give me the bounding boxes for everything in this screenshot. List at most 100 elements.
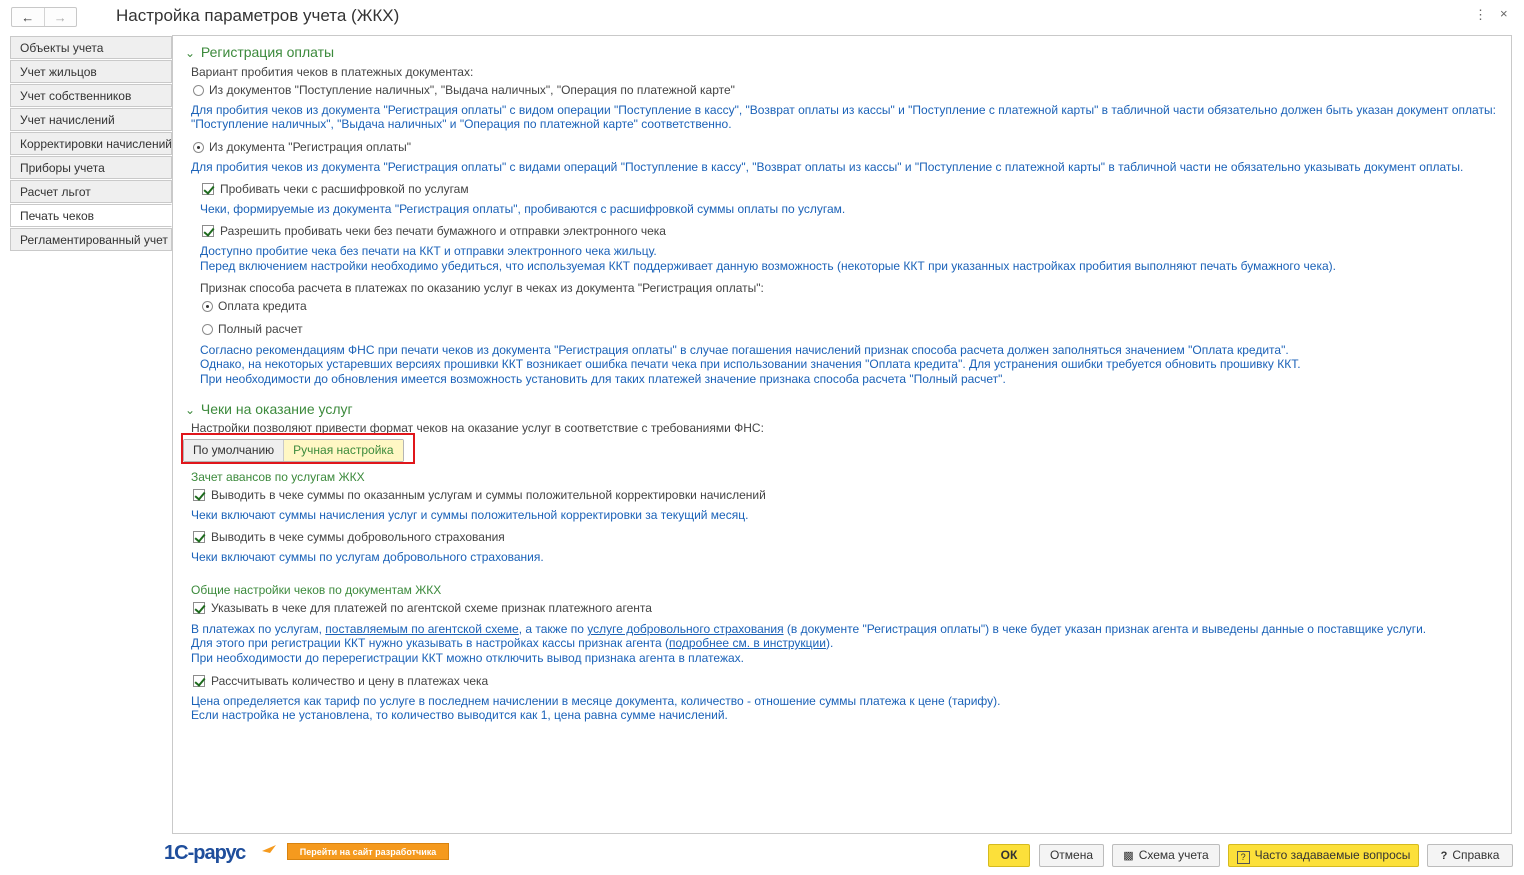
chevron-down-icon: ⌄ <box>185 403 196 417</box>
button-label: Схема учета <box>1138 848 1209 862</box>
text: Для этого при регистрации ККТ нужно указ… <box>191 636 669 650</box>
sidebar-item-meters[interactable]: Приборы учета <box>10 156 172 179</box>
checkbox-checked[interactable] <box>193 675 205 687</box>
insurance-service-link[interactable]: услуге добровольного страхования <box>587 622 783 636</box>
sidebar-item-regulated[interactable]: Регламентированный учет <box>10 228 172 251</box>
forward-arrow-icon[interactable]: → <box>43 8 77 26</box>
radio-button[interactable] <box>202 324 213 335</box>
footer-bar: 1С-рарус Перейти на сайт разработчика ОК… <box>0 838 1524 875</box>
close-icon[interactable]: × <box>1500 6 1508 21</box>
question-icon: ? <box>1236 851 1250 864</box>
services-breakdown-note: Чеки, формируемые из документа "Регистра… <box>200 202 846 216</box>
chevron-down-icon: ⌄ <box>185 46 196 60</box>
checkbox-label: Пробивать чеки с расшифровкой по услугам <box>220 182 469 196</box>
help-button[interactable]: ? Справка <box>1427 844 1513 867</box>
ok-button[interactable]: ОК <box>988 844 1030 867</box>
mode-manual-button[interactable]: Ручная настройка <box>283 440 403 461</box>
agent-note-line3: При необходимости до перерегистрации ККТ… <box>191 651 744 665</box>
option2-note: Для пробития чеков из документа "Регистр… <box>191 160 1464 174</box>
method-note-line3: При необходимости до обновления имеется … <box>200 372 1006 386</box>
window-title: Настройка параметров учета (ЖКХ) <box>116 6 400 25</box>
agent-note-line2: Для этого при регистрации ККТ нужно указ… <box>191 636 833 651</box>
section-service-receipts[interactable]: ⌄ Чеки на оказание услуг <box>185 401 353 417</box>
radio-label: Из документов "Поступление наличных", "В… <box>209 83 735 97</box>
radio-credit-payment[interactable]: Оплата кредита <box>202 299 307 313</box>
sidebar-item-accruals[interactable]: Учет начислений <box>10 108 172 131</box>
button-label: Справка <box>1452 848 1500 862</box>
general-group-title: Общие настройки чеков по документам ЖКХ <box>191 583 442 597</box>
cancel-button[interactable]: Отмена <box>1039 844 1104 867</box>
agent-scheme-link[interactable]: поставляемым по агентской схеме <box>325 622 518 636</box>
title-bar: ← → Настройка параметров учета (ЖКХ) ⋮ × <box>0 0 1524 32</box>
faq-button[interactable]: ? Часто задаваемые вопросы <box>1228 844 1419 867</box>
mode-default-button[interactable]: По умолчанию <box>184 440 284 461</box>
checkbox-positive-corrections[interactable]: Выводить в чеке суммы по оказанным услуг… <box>193 488 766 502</box>
section-payment-registration[interactable]: ⌄ Регистрация оплаты <box>185 44 334 60</box>
rarus-logo-graphic: 1С-рарус <box>164 842 276 864</box>
checkbox-label: Разрешить пробивать чеки без печати бума… <box>220 224 666 238</box>
sidebar-item-objects[interactable]: Объекты учета <box>10 36 172 59</box>
positive-corrections-note: Чеки включают суммы начисления услуг и с… <box>191 508 749 522</box>
option1-note-line1: Для пробития чеков из документа "Регистр… <box>191 103 1496 117</box>
sidebar-item-receipts[interactable]: Печать чеков <box>10 204 172 227</box>
checkbox-services-breakdown[interactable]: Пробивать чеки с расшифровкой по услугам <box>202 182 469 196</box>
radio-button-selected[interactable] <box>202 301 213 312</box>
developer-site-button[interactable]: Перейти на сайт разработчика <box>287 843 449 860</box>
radio-button-selected[interactable] <box>193 142 204 153</box>
section-title: Чеки на оказание услуг <box>200 401 353 417</box>
sidebar-item-owners[interactable]: Учет собственников <box>10 84 172 107</box>
sidebar-nav: Объекты учета Учет жильцов Учет собствен… <box>10 36 172 252</box>
checkbox-checked[interactable] <box>202 183 214 195</box>
quantity-note-line1: Цена определяется как тариф по услуге в … <box>191 694 1001 708</box>
svg-text:1С-рарус: 1С-рарус <box>164 842 246 864</box>
mode-switch: По умолчанию Ручная настройка <box>183 439 404 462</box>
sidebar-item-residents[interactable]: Учет жильцов <box>10 60 172 83</box>
checkbox-label: Указывать в чеке для платежей по агентск… <box>211 601 652 615</box>
text: , а также по <box>518 622 588 636</box>
checkbox-voluntary-insurance[interactable]: Выводить в чеке суммы добровольного стра… <box>193 530 505 544</box>
radio-button[interactable] <box>193 85 204 96</box>
quantity-note-line2: Если настройка не установлена, то количе… <box>191 708 728 722</box>
checkbox-allow-no-print[interactable]: Разрешить пробивать чеки без печати бума… <box>202 224 666 238</box>
method-note-line2: Однако, на некоторых устаревших версиях … <box>200 357 1301 371</box>
checkbox-quantity-price[interactable]: Рассчитывать количество и цену в платежа… <box>193 674 488 688</box>
radio-option-payment-registration[interactable]: Из документа "Регистрация оплаты" <box>193 140 411 154</box>
accounting-scheme-button[interactable]: ▩ Схема учета <box>1112 844 1220 867</box>
text: (в документе "Регистрация оплаты") в чек… <box>783 622 1427 636</box>
text: ). <box>825 636 834 650</box>
payment-method-label: Признак способа расчета в платежах по ок… <box>200 281 764 295</box>
radio-option-cash-documents[interactable]: Из документов "Поступление наличных", "В… <box>193 83 735 97</box>
checkbox-label: Выводить в чеке суммы добровольного стра… <box>211 530 505 544</box>
option1-note-line2: "Поступление наличных", "Выдача наличных… <box>191 117 732 131</box>
checkbox-checked[interactable] <box>193 531 205 543</box>
sidebar-item-corrections[interactable]: Корректировки начислений <box>10 132 172 155</box>
instruction-link[interactable]: подробнее см. в инструкции <box>669 636 826 650</box>
checkbox-label: Рассчитывать количество и цену в платежа… <box>211 674 489 688</box>
agent-note-line1: В платежах по услугам, поставляемым по а… <box>191 622 1426 637</box>
advance-group-title: Зачет авансов по услугам ЖКХ <box>191 470 365 484</box>
scheme-icon: ▩ <box>1123 850 1134 862</box>
more-menu-icon[interactable]: ⋮ <box>1474 7 1487 23</box>
checkbox-agent-sign[interactable]: Указывать в чеке для платежей по агентск… <box>193 601 652 615</box>
checkbox-checked[interactable] <box>193 602 205 614</box>
nav-buttons: ← → <box>11 7 77 27</box>
settings-panel: ⌄ Регистрация оплаты Вариант пробития че… <box>172 35 1512 834</box>
voluntary-insurance-note: Чеки включают суммы по услугам доброволь… <box>191 550 544 564</box>
help-icon: ? <box>1440 850 1448 862</box>
sidebar-item-benefits[interactable]: Расчет льгот <box>10 180 172 203</box>
checkbox-label: Выводить в чеке суммы по оказанным услуг… <box>211 488 766 502</box>
radio-label: Из документа "Регистрация оплаты" <box>209 140 412 154</box>
rarus-logo: 1С-рарус <box>164 842 278 864</box>
back-arrow-icon[interactable]: ← <box>12 8 44 26</box>
text: В платежах по услугам, <box>191 622 326 636</box>
radio-full-payment[interactable]: Полный расчет <box>202 322 303 336</box>
checkbox-checked[interactable] <box>202 225 214 237</box>
checkbox-checked[interactable] <box>193 489 205 501</box>
radio-label: Оплата кредита <box>218 299 307 313</box>
variant-label: Вариант пробития чеков в платежных докум… <box>191 65 474 79</box>
radio-label: Полный расчет <box>218 322 303 336</box>
section-title: Регистрация оплаты <box>200 44 335 60</box>
button-label: Часто задаваемые вопросы <box>1254 848 1411 862</box>
no-print-note-line2: Перед включением настройки необходимо уб… <box>200 259 1336 273</box>
method-note-line1: Согласно рекомендациям ФНС при печати че… <box>200 343 1289 357</box>
